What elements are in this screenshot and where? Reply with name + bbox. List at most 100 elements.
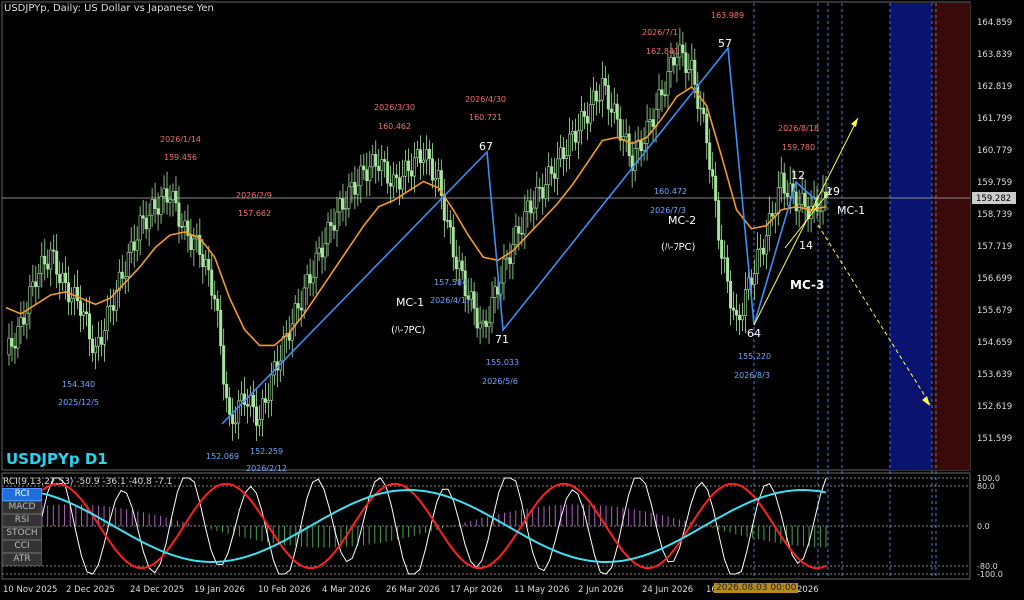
- candle-body: [454, 256, 458, 270]
- svg-text:155.033: 155.033: [486, 358, 519, 367]
- candle-body: [553, 173, 557, 179]
- candle-body: [818, 210, 822, 213]
- svg-text:161.799: 161.799: [977, 114, 1012, 124]
- candle-body: [645, 121, 649, 144]
- candle-body: [123, 276, 127, 279]
- svg-text:2026/8/3: 2026/8/3: [734, 371, 770, 380]
- candle-body: [111, 305, 115, 311]
- candle-body: [99, 336, 103, 345]
- svg-text:159.456: 159.456: [164, 153, 197, 162]
- candle-body: [544, 184, 548, 199]
- candle-body: [764, 235, 768, 255]
- candle-body: [76, 286, 80, 302]
- candle-body: [541, 187, 545, 199]
- price-candles: [7, 27, 828, 442]
- svg-text:154.340: 154.340: [62, 380, 95, 389]
- candle-body: [427, 149, 431, 160]
- candle-body: [410, 170, 414, 177]
- time-axis: 10 Nov 2025 2 Dec 2025 24 Dec 2025 19 Ja…: [3, 585, 819, 595]
- rci-button[interactable]: RCI: [2, 488, 42, 501]
- candle-body: [603, 78, 607, 86]
- svg-text:2026/4/17: 2026/4/17: [430, 296, 471, 305]
- svg-text:2026/2/12: 2026/2/12: [246, 464, 287, 473]
- candle-body: [457, 260, 461, 270]
- svg-text:11 May 2026: 11 May 2026: [514, 585, 569, 595]
- candle-body: [481, 320, 485, 324]
- svg-text:0.0: 0.0: [977, 522, 990, 531]
- candle-body: [442, 195, 446, 221]
- candle-body: [705, 113, 709, 144]
- macd-button[interactable]: MACD: [2, 501, 42, 514]
- candle-body: [651, 119, 655, 127]
- candle-body: [210, 269, 214, 296]
- candle-body: [70, 297, 74, 303]
- candle-body: [472, 291, 476, 309]
- candle-body: [43, 255, 47, 265]
- candle-body: [547, 166, 551, 185]
- candle-body: [657, 89, 661, 110]
- rsi-button[interactable]: RSI: [2, 514, 42, 527]
- candle-body: [669, 57, 673, 72]
- candle-body: [96, 336, 100, 347]
- candle-body: [359, 165, 363, 187]
- candle-body: [779, 172, 783, 188]
- candle-body: [693, 59, 697, 85]
- candle-body: [254, 406, 258, 426]
- candle-body: [413, 157, 417, 177]
- candle-body: [156, 208, 160, 215]
- stoch-button[interactable]: STOCH: [2, 527, 42, 540]
- candle-body: [25, 312, 29, 325]
- candle-body: [511, 244, 515, 264]
- svg-text:2026/8/18: 2026/8/18: [778, 124, 819, 133]
- candle-body: [588, 104, 592, 124]
- svg-text:-100.0: -100.0: [977, 570, 1003, 579]
- svg-text:64: 64: [747, 327, 761, 340]
- candle-body: [168, 199, 172, 203]
- candle-body: [40, 255, 44, 274]
- candle-body: [436, 170, 440, 179]
- svg-text:19 Jan 2026: 19 Jan 2026: [194, 585, 245, 595]
- candle-body: [520, 232, 524, 235]
- candle-body: [177, 202, 181, 227]
- svg-text:159.759: 159.759: [977, 178, 1012, 188]
- candle-body: [508, 257, 512, 264]
- candle-body: [475, 307, 479, 329]
- candle-body: [362, 165, 366, 171]
- candle-body: [174, 190, 178, 204]
- candle-body: [141, 215, 145, 219]
- candle-body: [785, 192, 789, 197]
- candle-body: [344, 207, 348, 210]
- svg-text:162.841: 162.841: [646, 47, 679, 56]
- svg-text:2026/3/30: 2026/3/30: [374, 103, 415, 112]
- candle-body: [684, 52, 688, 73]
- svg-text:151.599: 151.599: [977, 434, 1012, 444]
- candle-body: [52, 249, 56, 252]
- atr-button[interactable]: ATR: [2, 553, 42, 566]
- candle-body: [550, 166, 554, 174]
- svg-text:24 Dec 2025: 24 Dec 2025: [130, 585, 184, 595]
- svg-text:157.662: 157.662: [238, 209, 271, 218]
- svg-text:2 Dec 2025: 2 Dec 2025: [66, 585, 115, 595]
- candle-body: [672, 57, 676, 66]
- oscillator-panel: 100.0 80.0 0.0 -80.0 -100.0: [2, 474, 1003, 579]
- candle-body: [129, 241, 133, 253]
- candle-body: [305, 274, 309, 289]
- candle-body: [460, 260, 464, 272]
- candle-body: [642, 143, 646, 152]
- candle-body: [606, 85, 610, 110]
- candle-body: [61, 272, 65, 284]
- candle-body: [180, 226, 184, 228]
- candle-body: [207, 259, 211, 271]
- candle-body: [383, 159, 387, 163]
- candle-body: [93, 345, 97, 354]
- candle-body: [675, 56, 679, 66]
- candle-body: [329, 222, 333, 226]
- candle-body: [615, 103, 619, 120]
- candle-body: [240, 393, 244, 402]
- cci-button[interactable]: CCI: [2, 540, 42, 553]
- svg-text:152.619: 152.619: [977, 402, 1012, 412]
- svg-text:2026/1/14: 2026/1/14: [160, 135, 201, 144]
- trading-chart[interactable]: 164.859 163.839 162.819 161.799 160.779 …: [0, 0, 1024, 600]
- candle-body: [523, 211, 527, 235]
- candle-body: [374, 154, 378, 167]
